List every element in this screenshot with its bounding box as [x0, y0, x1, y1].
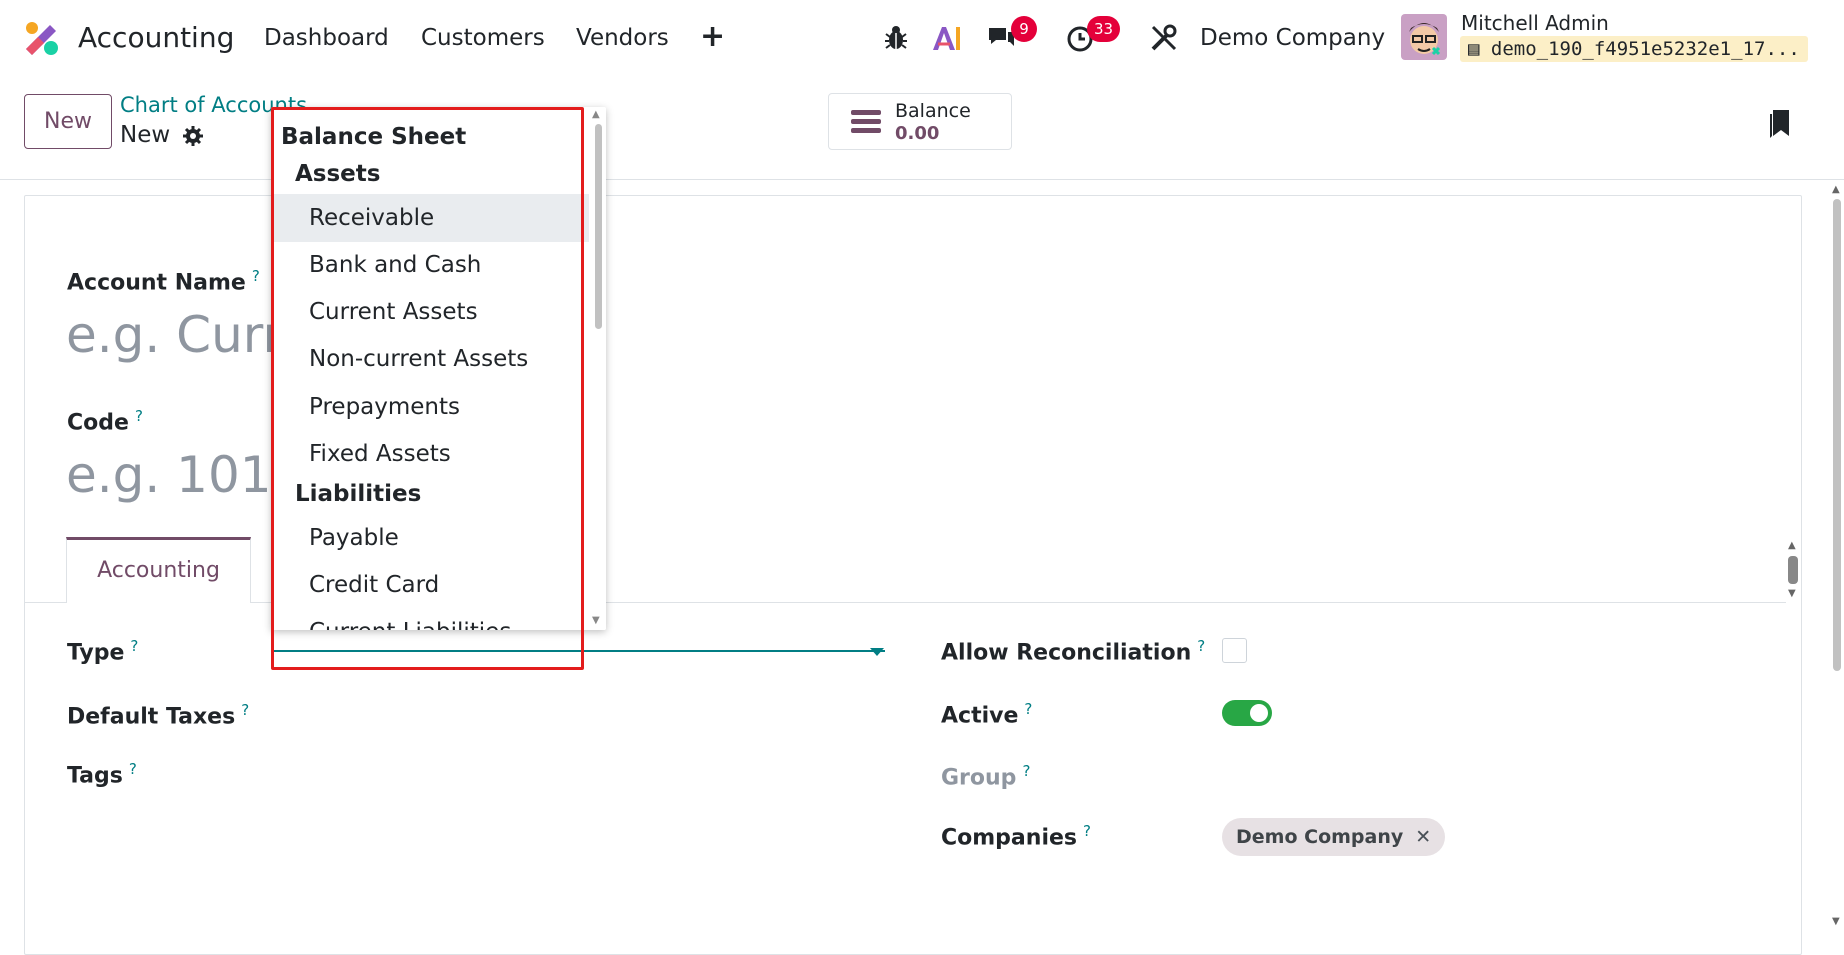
- menu-vendors[interactable]: Vendors: [576, 25, 669, 51]
- tags-label-text: Tags: [67, 763, 123, 789]
- tags-label: Tags?: [67, 760, 137, 788]
- account-name-label: Account Name?: [67, 267, 260, 295]
- group-label: Group?: [941, 762, 1030, 790]
- bookmark-icon[interactable]: [1769, 108, 1791, 138]
- type-label: Type?: [67, 637, 138, 665]
- scroll-down-icon[interactable]: ▼: [592, 615, 600, 626]
- code-label-text: Code: [67, 410, 129, 436]
- page-scrollbar[interactable]: [1829, 195, 1844, 930]
- tab-accounting[interactable]: Accounting: [66, 537, 251, 603]
- plus-icon[interactable]: +: [700, 19, 725, 54]
- user-name[interactable]: Mitchell Admin: [1461, 11, 1609, 35]
- group-assets: Assets: [295, 161, 381, 187]
- dropdown-scroll-thumb[interactable]: [595, 124, 602, 329]
- code-label: Code?: [67, 407, 143, 435]
- scroll-up-icon[interactable]: ▲: [1788, 540, 1796, 551]
- option-prepayments[interactable]: Prepayments: [271, 383, 589, 431]
- database-label: demo_190_f4951e5232e1_17...: [1490, 38, 1800, 60]
- bug-icon[interactable]: [880, 22, 912, 54]
- record-title: New: [120, 122, 171, 148]
- accounting-app-icon[interactable]: [22, 19, 60, 57]
- user-avatar[interactable]: [1401, 14, 1447, 60]
- help-icon[interactable]: ?: [1083, 822, 1091, 840]
- scroll-up-icon[interactable]: ▲: [1832, 184, 1840, 195]
- caret-down-icon[interactable]: [870, 648, 884, 656]
- help-icon[interactable]: ?: [135, 407, 143, 425]
- option-bank-and-cash[interactable]: Bank and Cash: [271, 241, 589, 289]
- help-icon[interactable]: ?: [241, 701, 249, 719]
- top-navbar: Accounting Dashboard Customers Vendors +…: [0, 0, 1844, 77]
- help-icon[interactable]: ?: [130, 637, 138, 655]
- type-dropdown-menu: Balance Sheet Assets Receivable Bank and…: [271, 107, 606, 630]
- account-name-input[interactable]: e.g. Curr: [66, 306, 283, 364]
- option-receivable[interactable]: Receivable: [271, 194, 589, 242]
- toggle-knob: [1250, 704, 1268, 722]
- group-liabilities: Liabilities: [295, 481, 422, 507]
- activities-badge: 33: [1087, 16, 1121, 42]
- company-tag: Demo Company ✕: [1222, 818, 1446, 856]
- help-icon[interactable]: ?: [1022, 762, 1030, 780]
- new-button[interactable]: New: [24, 94, 112, 149]
- companies-label: Companies?: [941, 822, 1091, 850]
- active-label-text: Active: [941, 703, 1019, 729]
- help-icon[interactable]: ?: [1197, 637, 1205, 655]
- remove-tag-icon[interactable]: ✕: [1415, 826, 1431, 848]
- gear-icon[interactable]: [182, 125, 204, 147]
- code-input[interactable]: e.g. 1010: [66, 446, 303, 504]
- balance-value: 0.00: [895, 123, 940, 144]
- database-icon: ▤: [1468, 38, 1480, 60]
- type-label-text: Type: [67, 640, 125, 666]
- database-name: ▤ demo_190_f4951e5232e1_17...: [1460, 36, 1808, 62]
- company-switcher[interactable]: Demo Company: [1200, 25, 1385, 51]
- option-payable[interactable]: Payable: [271, 514, 589, 562]
- allow-reconciliation-label-text: Allow Reconciliation: [941, 640, 1192, 666]
- company-tag-label: Demo Company: [1236, 826, 1404, 848]
- help-icon[interactable]: ?: [252, 267, 260, 285]
- tools-icon[interactable]: [1148, 22, 1180, 54]
- account-name-label-text: Account Name: [67, 270, 246, 296]
- ai-icon[interactable]: [930, 22, 962, 54]
- option-current-assets[interactable]: Current Assets: [271, 288, 589, 336]
- help-icon[interactable]: ?: [1024, 700, 1032, 718]
- group-label-text: Group: [941, 765, 1017, 791]
- default-taxes-label: Default Taxes?: [67, 701, 249, 729]
- page-scroll-thumb[interactable]: [1833, 199, 1841, 671]
- active-label: Active?: [941, 700, 1032, 728]
- scroll-down-icon[interactable]: ▼: [1832, 916, 1840, 927]
- bars-icon: [851, 110, 881, 133]
- menu-customers[interactable]: Customers: [421, 25, 545, 51]
- group-balance-sheet: Balance Sheet: [281, 124, 467, 150]
- option-fixed-assets[interactable]: Fixed Assets: [271, 430, 589, 478]
- scroll-down-icon[interactable]: ▼: [1788, 588, 1796, 599]
- option-non-current-assets[interactable]: Non-current Assets: [271, 335, 589, 383]
- help-icon[interactable]: ?: [129, 760, 137, 778]
- menu-dashboard[interactable]: Dashboard: [264, 25, 389, 51]
- option-credit-card[interactable]: Credit Card: [271, 561, 589, 609]
- allow-reconciliation-checkbox[interactable]: [1222, 638, 1247, 663]
- companies-label-text: Companies: [941, 825, 1077, 851]
- active-toggle[interactable]: [1222, 700, 1272, 726]
- balance-label: Balance: [895, 100, 971, 122]
- scroll-up-icon[interactable]: ▲: [592, 109, 600, 120]
- default-taxes-label-text: Default Taxes: [67, 704, 236, 730]
- messages-badge: 9: [1011, 16, 1037, 42]
- balance-smart-button[interactable]: Balance 0.00: [828, 93, 1012, 150]
- app-name[interactable]: Accounting: [78, 21, 234, 54]
- type-select[interactable]: [272, 650, 885, 652]
- option-current-liabilities[interactable]: Current Liabilities: [271, 608, 589, 630]
- inner-scroll-thumb[interactable]: [1788, 556, 1798, 584]
- allow-reconciliation-label: Allow Reconciliation?: [941, 637, 1205, 665]
